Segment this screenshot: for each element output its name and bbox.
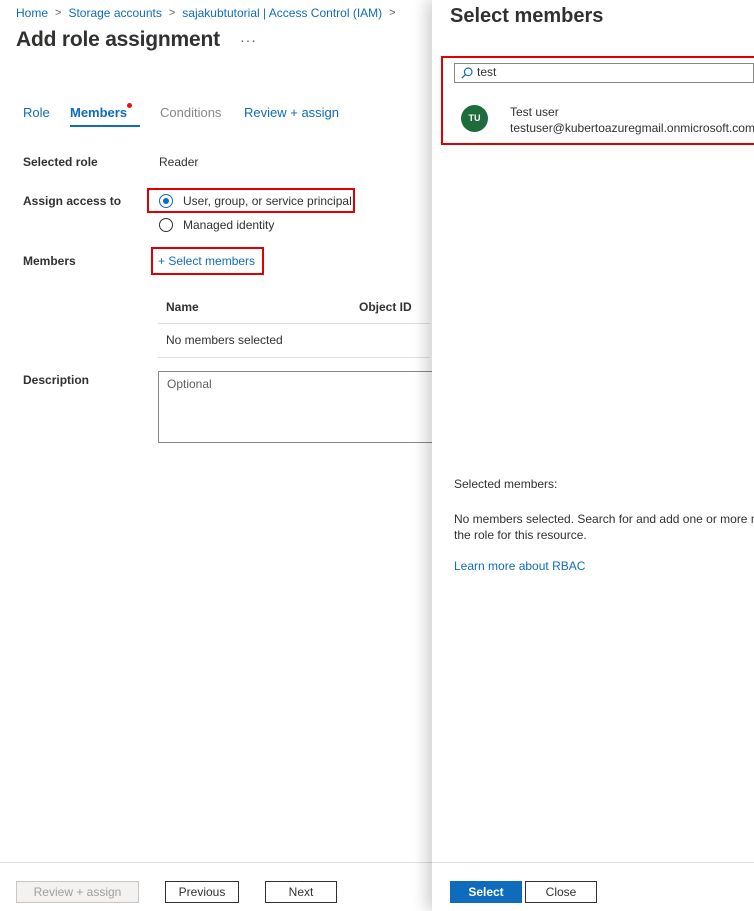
assign-option-user-group[interactable]: User, group, or service principal	[159, 193, 352, 209]
members-table: Name Object ID No members selected	[158, 292, 430, 358]
selected-role-value: Reader	[159, 155, 199, 169]
next-button[interactable]: Next	[265, 881, 337, 903]
breadcrumb-storage-accounts[interactable]: Storage accounts	[68, 6, 161, 20]
avatar: TU	[461, 105, 488, 132]
page-title: Add role assignment	[16, 28, 220, 51]
table-row: No members selected	[158, 324, 430, 358]
select-button[interactable]: Select	[450, 881, 522, 903]
table-empty-message: No members selected	[166, 333, 283, 347]
selected-role-label: Selected role	[23, 155, 98, 169]
assign-option-label: Managed identity	[183, 218, 275, 232]
members-label: Members	[23, 254, 76, 268]
result-name: Test user	[510, 105, 559, 119]
breadcrumb: Home > Storage accounts > sajakubtutorial | …	[16, 5, 403, 21]
search-input[interactable]	[477, 65, 737, 79]
select-members-link[interactable]: + Select members	[158, 254, 255, 268]
tab-review-assign[interactable]: Review + assign	[244, 105, 339, 120]
breadcrumb-iam[interactable]: sajakubtutorial | Access Control (IAM)	[182, 6, 382, 20]
chevron-right-icon: >	[168, 6, 176, 19]
required-dot-icon	[127, 103, 132, 108]
footer-divider	[432, 862, 754, 863]
review-assign-button[interactable]: Review + assign	[16, 881, 139, 903]
search-icon	[461, 67, 473, 79]
description-textarea[interactable]	[159, 372, 437, 442]
assign-access-label: Assign access to	[23, 194, 122, 208]
column-header-object-id[interactable]: Object ID	[359, 300, 412, 314]
footer-divider	[0, 862, 432, 863]
radio-unchecked-icon[interactable]	[159, 218, 173, 232]
assign-option-label: User, group, or service principal	[183, 194, 352, 208]
search-field[interactable]	[454, 63, 754, 83]
selected-members-label: Selected members:	[454, 477, 558, 491]
chevron-right-icon: >	[55, 6, 62, 19]
more-options-icon[interactable]: ···	[240, 32, 257, 48]
assign-option-managed-identity[interactable]: Managed identity	[159, 217, 349, 233]
chevron-right-icon: >	[389, 6, 396, 19]
result-email: testuser@kubertoazuregmail.onmicrosoft.c…	[510, 121, 754, 135]
breadcrumb-home[interactable]: Home	[16, 6, 48, 20]
select-members-panel: Select members TU Test user testuser@kub…	[432, 0, 754, 911]
description-field[interactable]	[158, 371, 438, 443]
close-button[interactable]: Close	[525, 881, 597, 903]
empty-message-line: the role for this resource.	[454, 528, 587, 542]
tab-active-indicator	[70, 125, 140, 127]
tab-members[interactable]: Members	[70, 105, 127, 120]
tab-role[interactable]: Role	[23, 105, 50, 120]
tab-conditions[interactable]: Conditions	[160, 105, 221, 120]
radio-checked-icon[interactable]	[159, 194, 173, 208]
learn-more-rbac-link[interactable]: Learn more about RBAC	[454, 559, 585, 573]
previous-button[interactable]: Previous	[165, 881, 239, 903]
panel-title: Select members	[450, 5, 604, 27]
description-label: Description	[23, 373, 90, 387]
table-header: Name Object ID	[158, 292, 430, 324]
empty-message-line: No members selected. Search for and add …	[454, 512, 754, 526]
column-header-name[interactable]: Name	[166, 300, 199, 314]
selected-members-empty-message: No members selected. Search for and add …	[454, 511, 754, 543]
